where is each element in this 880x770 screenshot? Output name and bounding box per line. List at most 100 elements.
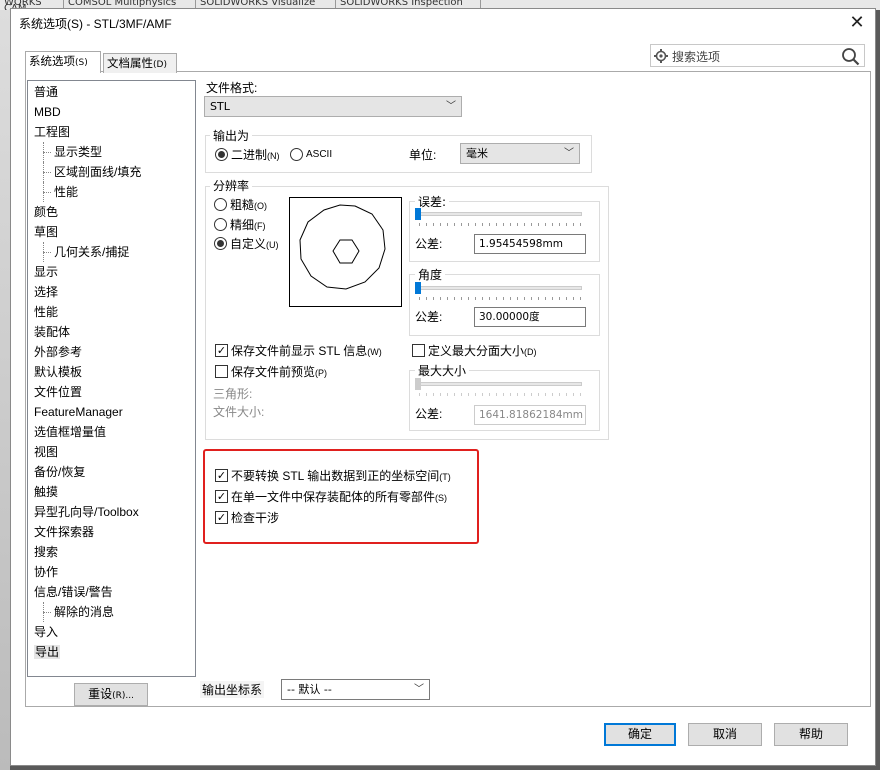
tree-item[interactable]: 显示类型: [28, 142, 195, 162]
tree-item[interactable]: 文件位置: [28, 382, 195, 402]
deviation-slider-track[interactable]: [415, 212, 582, 216]
tree-item-label: 草图: [34, 225, 59, 239]
max-facet-accel: (D): [524, 347, 537, 357]
tab-system-options[interactable]: 系统选项(S): [25, 51, 101, 73]
max-facet-checkbox[interactable]: [412, 344, 425, 357]
tree-item[interactable]: 触摸: [28, 482, 195, 502]
tree-item[interactable]: 导出: [28, 642, 195, 662]
angle-slider-track[interactable]: [415, 286, 582, 290]
angle-tolerance-label: 公差:: [415, 310, 443, 324]
tree-item[interactable]: 普通: [28, 82, 195, 102]
preview-checkbox[interactable]: [215, 365, 228, 378]
tree-item[interactable]: 文件探索器: [28, 522, 195, 542]
tree-item-label: 外部参考: [34, 345, 83, 359]
dialog-title: 系统选项(S) - STL/3MF/AMF: [19, 17, 172, 31]
unit-select[interactable]: 毫米 ﹀: [460, 143, 580, 164]
no-translate-accel: (T): [439, 472, 451, 482]
tree-item-label: 性能: [54, 185, 79, 199]
reset-button[interactable]: 重设(R)...: [74, 683, 148, 706]
tree-item-label: 选值框增量值: [34, 425, 107, 439]
tree-item[interactable]: 性能: [28, 182, 195, 202]
tree-item-label: 颜色: [34, 205, 59, 219]
interference-checkbox[interactable]: ✓: [215, 511, 228, 524]
tree-item[interactable]: 搜索: [28, 542, 195, 562]
reset-button-label: 重设: [88, 687, 113, 701]
preview-accel: (P): [315, 368, 328, 378]
custom-text: 自定义: [230, 237, 267, 251]
unit-label: 单位:: [409, 148, 437, 162]
tree-item[interactable]: 信息/错误/警告: [28, 582, 195, 602]
chevron-down-icon: ﹀: [414, 684, 424, 695]
no-translate-checkbox[interactable]: ✓: [215, 469, 228, 482]
tree-item[interactable]: 显示: [28, 262, 195, 282]
tree-item[interactable]: 视图: [28, 442, 195, 462]
tree-item[interactable]: MBD: [28, 102, 195, 122]
coord-system-label: 输出坐标系: [200, 681, 265, 698]
tree-item-label: 几何关系/捕捉: [54, 245, 130, 259]
ascii-radio[interactable]: [290, 148, 303, 161]
gear-icon: [654, 49, 668, 63]
angle-tolerance-input[interactable]: 30.00000度: [474, 307, 586, 327]
deviation-tolerance-input[interactable]: 1.95454598mm: [474, 234, 586, 254]
ok-button[interactable]: 确定: [604, 723, 676, 746]
binary-radio[interactable]: [215, 148, 228, 161]
file-format-value: STL: [210, 100, 230, 113]
tree-item[interactable]: 草图: [28, 222, 195, 242]
tree-item[interactable]: 备份/恢复: [28, 462, 195, 482]
search-box[interactable]: 搜索选项: [650, 44, 865, 67]
tree-item[interactable]: 性能: [28, 302, 195, 322]
tree-item-label: 信息/错误/警告: [34, 585, 113, 599]
tree-item[interactable]: 解除的消息: [28, 602, 195, 622]
tree-item-label: 选择: [34, 285, 59, 299]
angle-slider-thumb[interactable]: [415, 282, 421, 294]
tree-item-label: 触摸: [34, 485, 59, 499]
coord-system-select[interactable]: -- 默认 -- ﹀: [281, 679, 430, 700]
tree-item[interactable]: 颜色: [28, 202, 195, 222]
tree-item[interactable]: 外部参考: [28, 342, 195, 362]
tree-item-label: MBD: [34, 105, 61, 119]
search-input[interactable]: 搜索选项: [672, 48, 720, 65]
tree-item-label: 协作: [34, 565, 59, 579]
tree-item-label: 导入: [34, 625, 59, 639]
no-translate-label: 不要转换 STL 输出数据到正的坐标空间(T): [231, 467, 451, 484]
tree-item[interactable]: 选值框增量值: [28, 422, 195, 442]
tree-item[interactable]: 区域剖面线/填充: [28, 162, 195, 182]
tree-item-label: 文件探索器: [34, 525, 95, 539]
fine-label: 精细(F): [230, 216, 266, 233]
custom-radio[interactable]: [214, 237, 227, 250]
tree-item[interactable]: 工程图: [28, 122, 195, 142]
help-button[interactable]: 帮助: [774, 723, 848, 746]
show-stl-info-checkbox[interactable]: ✓: [215, 344, 228, 357]
coarse-radio[interactable]: [214, 198, 227, 211]
tree-item-label: 导出: [34, 645, 61, 659]
fine-radio[interactable]: [214, 218, 227, 231]
angle-slider-ticks: [419, 297, 582, 300]
tree-item[interactable]: FeatureManager: [28, 402, 195, 422]
tree-item[interactable]: 异型孔向导/Toolbox: [28, 502, 195, 522]
tree-item[interactable]: 导入: [28, 622, 195, 642]
deviation-slider-thumb[interactable]: [415, 208, 421, 220]
custom-label: 自定义(U): [230, 235, 279, 252]
tree-item[interactable]: 几何关系/捕捉: [28, 242, 195, 262]
cancel-button[interactable]: 取消: [688, 723, 762, 746]
tree-item[interactable]: 选择: [28, 282, 195, 302]
tree-item-label: 异型孔向导/Toolbox: [34, 505, 139, 519]
close-icon[interactable]: ✕: [847, 13, 867, 33]
output-as-title: 输出为: [210, 127, 253, 144]
tree-item-label: 工程图: [34, 125, 71, 139]
single-file-checkbox[interactable]: ✓: [215, 490, 228, 503]
search-icon[interactable]: [841, 47, 860, 66]
max-facet-text: 定义最大分面大小: [428, 344, 525, 358]
binary-label: 二进制(N): [231, 146, 280, 163]
reset-button-accel: (R)...: [112, 691, 134, 701]
show-stl-info-label: 保存文件前显示 STL 信息(W): [231, 342, 382, 359]
tree-item[interactable]: 装配体: [28, 322, 195, 342]
tab-document-properties[interactable]: 文档属性(D): [103, 53, 177, 73]
tree-item[interactable]: 协作: [28, 562, 195, 582]
options-tree[interactable]: 普通 MBD 工程图 显示类型 区域剖面线/填充 性能 颜色 草图 几何关系/捕捉 显示 选择 性能装…: [27, 80, 196, 677]
file-format-select[interactable]: STL ﹀: [204, 96, 462, 117]
coord-system-value: -- 默认 --: [287, 683, 332, 696]
tab-system-options-label: 系统选项: [29, 54, 75, 68]
tree-item-label: 文件位置: [34, 385, 83, 399]
tree-item[interactable]: 默认模板: [28, 362, 195, 382]
